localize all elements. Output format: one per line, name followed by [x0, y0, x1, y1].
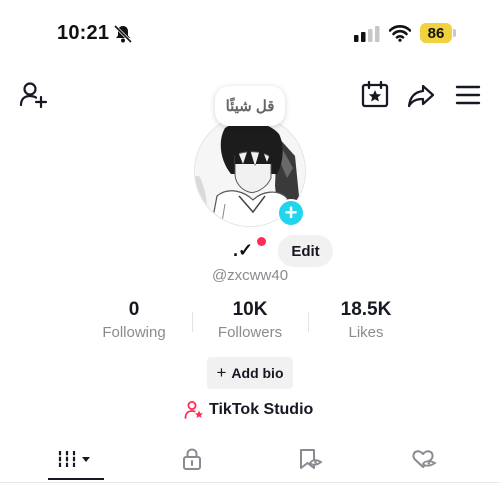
tab-videos[interactable]: [48, 436, 104, 482]
username: @zxcww40: [211, 267, 289, 284]
bell-muted-icon: [113, 24, 133, 44]
stat-likes[interactable]: 18.5K Likes: [306, 299, 426, 341]
lock-icon: [183, 448, 201, 470]
avatar-container[interactable]: +: [194, 115, 306, 227]
tiktok-studio-link[interactable]: TikTok Studio: [184, 398, 313, 422]
cellular-signal-icon: [354, 26, 380, 42]
favorites-icon: [300, 449, 323, 469]
battery-icon: 86: [420, 23, 456, 43]
edit-profile-button[interactable]: Edit: [278, 235, 333, 267]
nickname-container: .✓: [233, 237, 266, 262]
tabs-divider: [0, 482, 500, 483]
tab-liked[interactable]: [410, 436, 438, 482]
plus-icon: +: [216, 363, 227, 382]
wifi-icon: [389, 25, 411, 42]
following-label: Following: [102, 324, 166, 341]
status-bar: 10:21 86: [0, 0, 500, 66]
tiktok-studio-label: TikTok Studio: [209, 401, 314, 418]
likes-label: Likes: [348, 324, 384, 341]
following-count: 0: [128, 299, 140, 320]
studio-person-star-icon: [184, 401, 203, 419]
add-bio-label: Add bio: [231, 365, 284, 381]
liked-heart-icon: [412, 450, 437, 468]
active-tab-indicator: [48, 478, 104, 480]
calendar-star-icon[interactable]: [360, 80, 390, 110]
battery-level: 86: [420, 23, 452, 43]
tab-private[interactable]: [178, 436, 206, 482]
notification-dot: [257, 237, 266, 246]
add-bio-button[interactable]: + Add bio: [207, 357, 293, 389]
share-icon[interactable]: [406, 80, 436, 110]
videos-grid-icon: [57, 451, 90, 467]
tab-favorites[interactable]: [296, 436, 324, 482]
followers-label: Followers: [217, 324, 283, 341]
status-time: 10:21: [57, 22, 110, 44]
add-friend-icon[interactable]: [18, 80, 48, 110]
note-bubble[interactable]: قل شيئًا: [215, 86, 285, 126]
stat-following[interactable]: 0 Following: [74, 299, 194, 341]
nickname: .✓: [233, 240, 254, 260]
followers-count: 10K: [232, 299, 268, 320]
stat-followers[interactable]: 10K Followers: [190, 299, 310, 341]
likes-count: 18.5K: [340, 299, 392, 320]
battery-cap: [453, 29, 456, 37]
menu-icon[interactable]: [454, 80, 484, 110]
add-avatar-plus-icon[interactable]: +: [277, 199, 305, 227]
profile-tabs: [0, 436, 500, 484]
